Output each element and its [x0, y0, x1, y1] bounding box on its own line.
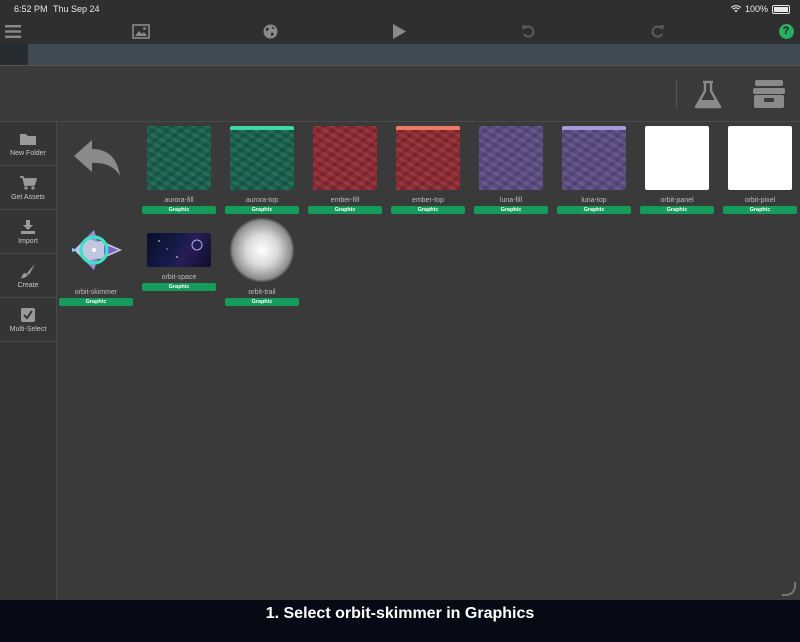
asset-name: aurora-fill	[164, 197, 194, 204]
asset-thumbnail	[479, 126, 543, 190]
header-divider	[676, 80, 677, 108]
scene-tab[interactable]	[0, 44, 28, 65]
asset-thumbnail	[147, 233, 211, 267]
asset-name: ember-top	[412, 197, 444, 204]
asset-type-badge: Graphic	[142, 206, 216, 214]
status-bar: 6:52 PM Thu Sep 24 100%	[0, 0, 800, 18]
storage-box-icon[interactable]	[750, 76, 786, 112]
asset-thumbnail	[728, 126, 792, 190]
asset-item[interactable]: luna-top Graphic	[556, 126, 632, 214]
asset-name: orbit-skimmer	[74, 289, 118, 296]
asset-name: orbit-panel	[660, 197, 694, 204]
asset-type-badge: Graphic	[640, 206, 714, 214]
status-date: Thu Sep 24	[53, 4, 100, 14]
status-right: 100%	[730, 4, 790, 14]
multi-select-button[interactable]: Multi-Select	[0, 298, 56, 342]
asset-type-badge: Graphic	[723, 206, 797, 214]
sidebar-item-label: Multi-Select	[9, 325, 47, 333]
asset-thumbnail	[562, 126, 626, 190]
checkbox-icon	[21, 307, 35, 322]
asset-type-badge: Graphic	[225, 298, 299, 306]
sidebar-item-label: Import	[18, 237, 38, 245]
sidebar-item-label: Get Assets	[11, 193, 45, 201]
asset-type-badge: Graphic	[59, 298, 133, 306]
tutorial-caption: 1. Select orbit-skimmer in Graphics	[0, 600, 800, 642]
spaceship-icon	[72, 230, 122, 270]
asset-item[interactable]: luna-fill Graphic	[473, 126, 549, 214]
asset-thumbnail	[313, 126, 377, 190]
asset-type-badge: Graphic	[225, 206, 299, 214]
asset-name: orbit-pixel	[744, 197, 776, 204]
cart-icon	[20, 175, 37, 190]
asset-name: aurora-top	[245, 197, 279, 204]
import-button[interactable]: Import	[0, 210, 56, 254]
asset-name: orbit-space	[161, 274, 197, 281]
asset-thumbnail	[147, 126, 211, 190]
sidebar-item-label: Create	[17, 281, 39, 289]
asset-thumbnail	[64, 218, 128, 282]
asset-item[interactable]: orbit-space Graphic	[141, 218, 217, 291]
asset-name: luna-fill	[499, 197, 523, 204]
scene-tab-strip	[0, 44, 800, 66]
planet-icon	[158, 239, 203, 258]
asset-item[interactable]: orbit-pixel Graphic	[722, 126, 798, 214]
asset-thumbnail	[230, 126, 294, 190]
help-icon: ?	[778, 23, 794, 39]
battery-percent: 100%	[744, 4, 768, 14]
battery-icon	[772, 4, 790, 14]
asset-item[interactable]: ember-top Graphic	[390, 126, 466, 214]
wifi-icon	[730, 5, 741, 13]
asset-name: ember-fill	[330, 197, 360, 204]
create-button[interactable]: Create	[0, 254, 56, 298]
asset-thumbnail	[645, 126, 709, 190]
download-icon	[21, 219, 35, 234]
play-icon[interactable]	[389, 22, 409, 40]
asset-grid: aurora-fill Graphic aurora-top Graphic e…	[58, 122, 800, 600]
image-icon[interactable]	[131, 22, 151, 40]
asset-type-badge: Graphic	[557, 206, 631, 214]
asset-item[interactable]: aurora-top Graphic	[224, 126, 300, 214]
asset-item[interactable]: orbit-trail Graphic	[224, 218, 300, 306]
asset-item[interactable]: aurora-fill Graphic	[141, 126, 217, 214]
brush-icon	[20, 263, 35, 278]
asset-type-badge: Graphic	[391, 206, 465, 214]
top-toolbar: ?	[0, 18, 800, 44]
asset-type-badge: Graphic	[308, 206, 382, 214]
asset-name: luna-top	[581, 197, 607, 204]
asset-thumbnail	[230, 218, 294, 282]
flask-icon[interactable]	[690, 76, 726, 112]
asset-thumbnail	[396, 126, 460, 190]
asset-item-orbit-skimmer[interactable]: orbit-skimmer Graphic	[58, 218, 134, 306]
globe-icon[interactable]	[260, 22, 280, 40]
sidebar-item-label: New Folder	[10, 149, 46, 157]
asset-item[interactable]: ember-fill Graphic	[307, 126, 383, 214]
library-header	[0, 66, 800, 122]
status-time: 6:52 PM	[14, 4, 48, 14]
undo-icon[interactable]	[518, 22, 538, 40]
redo-icon[interactable]	[647, 22, 667, 40]
asset-item[interactable]: orbit-panel Graphic	[639, 126, 715, 214]
new-folder-button[interactable]: New Folder	[0, 122, 56, 166]
asset-name: orbit-trail	[248, 289, 276, 296]
asset-type-badge: Graphic	[142, 283, 216, 291]
folder-icon	[20, 133, 36, 145]
asset-type-badge: Graphic	[474, 206, 548, 214]
help-button[interactable]: ?	[776, 22, 796, 40]
get-assets-button[interactable]: Get Assets	[0, 166, 56, 210]
back-button[interactable]	[70, 136, 126, 184]
menu-icon[interactable]	[3, 22, 23, 40]
library-sidebar: New Folder Get Assets Import Create Mult…	[0, 122, 57, 600]
back-arrow-icon	[74, 140, 120, 176]
